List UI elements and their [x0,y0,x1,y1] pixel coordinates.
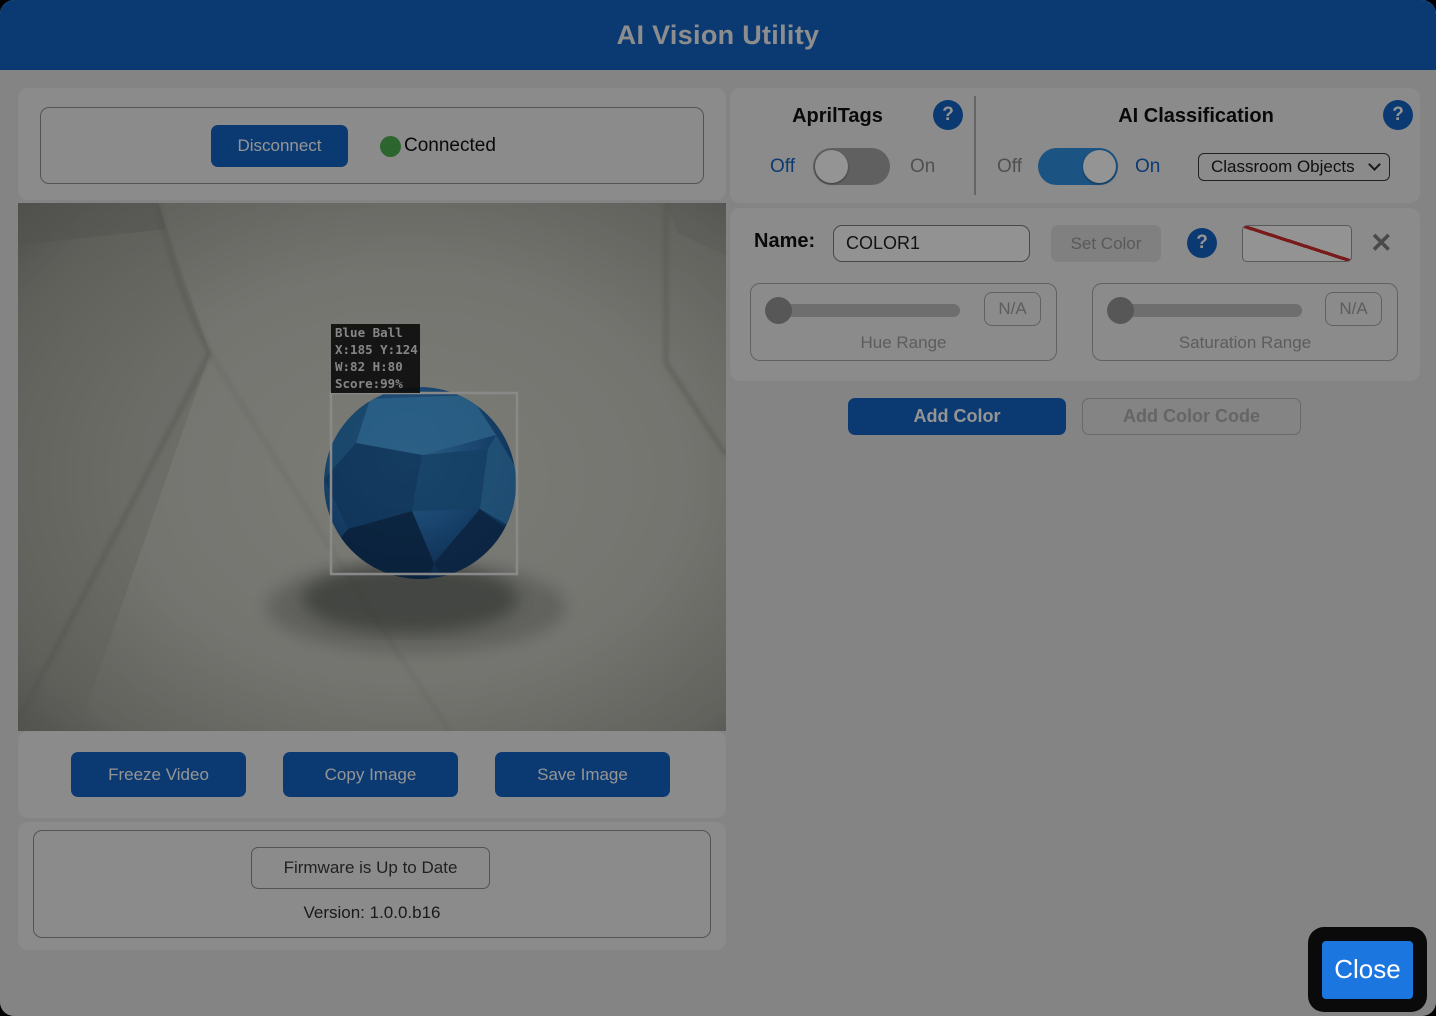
ai-vision-utility-window: AI Vision Utility Disconnect Connected [0,0,1436,1016]
close-button[interactable]: Close [1322,941,1413,999]
tutorial-dim-overlay [0,0,1436,1016]
close-button-highlight: Close [1308,927,1427,1012]
